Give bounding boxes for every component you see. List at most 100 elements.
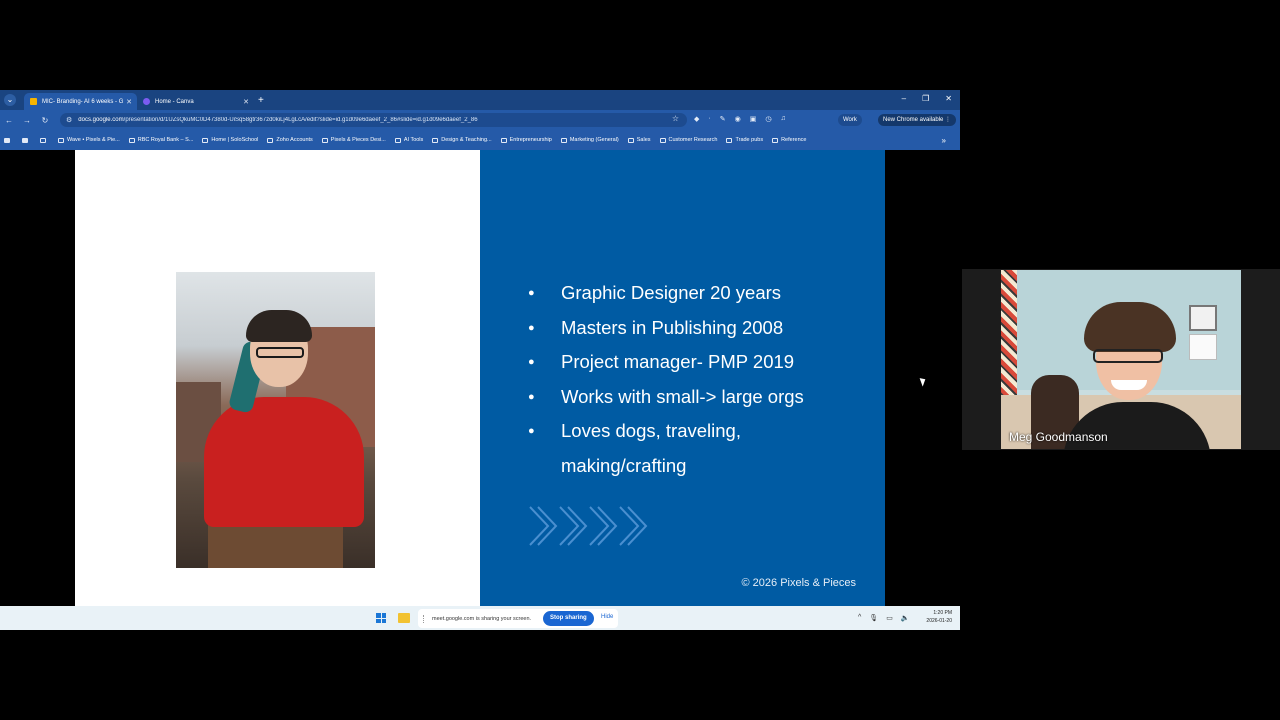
- more-bookmarks-icon[interactable]: »: [942, 136, 946, 145]
- browser-toolbar: ← → ↻ ⚙ docs.google.com/presentation/d/1…: [0, 110, 960, 130]
- file-explorer-icon[interactable]: [398, 613, 410, 623]
- bookmark-item[interactable]: Pixels & Pieces Desi...: [321, 137, 386, 143]
- apps-icon[interactable]: [22, 137, 31, 143]
- bookmark-label: Entrepreneurship: [509, 137, 552, 143]
- system-tray: ^ 🎙 ▭ 🔈: [858, 614, 910, 622]
- bookmark-folder[interactable]: Design & Teaching...: [432, 137, 492, 143]
- presentation-slide: Graphic Designer 20 years Masters in Pub…: [75, 150, 885, 606]
- close-window-icon[interactable]: ✕: [945, 94, 952, 103]
- microphone-icon[interactable]: 🎙: [869, 614, 878, 622]
- canva-favicon-icon: [143, 98, 150, 105]
- tab-slides[interactable]: MIC- Branding- AI 6 weeks - G ✕: [24, 93, 137, 110]
- drag-handle-icon[interactable]: [423, 614, 426, 623]
- profile-button[interactable]: Work: [838, 114, 862, 126]
- bullet-continuation: making/crafting: [561, 454, 687, 476]
- bookmark-folder[interactable]: AI Tools: [394, 137, 424, 143]
- tab-search-icon[interactable]: ⌄: [4, 94, 16, 106]
- meeting-stage: ⌄ MIC- Branding- AI 6 weeks - G ✕ Home -…: [0, 0, 1280, 720]
- windows-start-icon[interactable]: [376, 613, 386, 623]
- folder-icon: [432, 137, 439, 143]
- bookmark-label: RBC Royal Bank – S...: [137, 137, 194, 143]
- site-info-icon[interactable]: ⚙: [66, 116, 72, 124]
- bullet-item: Works with small-> large orgs: [528, 380, 804, 415]
- bookmark-page-icon: [58, 137, 64, 143]
- screen-share-banner: meet.google.com is sharing your screen. …: [418, 609, 618, 628]
- folder-icon: [627, 137, 634, 143]
- portrait-photo: [176, 272, 375, 568]
- participant-name: Meg Goodmanson: [1009, 430, 1108, 444]
- bullet-item: Masters in Publishing 2008: [528, 311, 804, 346]
- history-icon[interactable]: ◷: [765, 115, 771, 123]
- grid-icon[interactable]: [40, 137, 49, 143]
- bookmark-label: Pixels & Pieces Desi...: [330, 137, 386, 143]
- windows-taskbar: meet.google.com is sharing your screen. …: [0, 606, 960, 630]
- bullet-item: Project manager- PMP 2019: [528, 345, 804, 380]
- reload-icon[interactable]: ↻: [36, 116, 54, 125]
- media-icon[interactable]: ♫: [780, 115, 785, 123]
- bookmark-label: Trade pubs: [735, 137, 764, 143]
- back-icon[interactable]: ←: [0, 116, 18, 125]
- bookmark-label: AI Tools: [403, 137, 424, 143]
- bookmark-label: Wave • Pixels & Pie...: [67, 137, 120, 143]
- slide-right-panel: Graphic Designer 20 years Masters in Pub…: [480, 150, 885, 606]
- bookmark-folder[interactable]: Trade pubs: [726, 137, 763, 143]
- bookmark-item[interactable]: Home | SoloSchool: [202, 137, 258, 143]
- bookmark-label: Zoho Accounts: [276, 137, 313, 143]
- extension-icon[interactable]: ◉: [735, 115, 741, 123]
- bookmark-label: Sales: [636, 137, 651, 143]
- bookmark-item[interactable]: Zoho Accounts: [267, 137, 313, 143]
- bookmark-item[interactable]: RBC Royal Bank – S...: [128, 137, 194, 143]
- new-tab-icon[interactable]: +: [258, 95, 264, 106]
- clock-date: 2026-01-20: [926, 618, 952, 624]
- taskbar-clock[interactable]: 1:20 PM 2026-01-20: [918, 609, 952, 625]
- bookmark-label: Reference: [781, 137, 807, 143]
- participant-video-tile[interactable]: Meg Goodmanson: [962, 269, 1280, 450]
- tab-label: Home - Canva: [155, 98, 194, 105]
- clock-time: 1:20 PM: [933, 610, 952, 616]
- address-bar[interactable]: ⚙ docs.google.com/presentation/d/1UZsQku…: [60, 113, 687, 127]
- slide-left-panel: [75, 150, 480, 606]
- update-chrome-button[interactable]: New Chrome available ⋮: [878, 114, 957, 126]
- url-text: docs.google.com/presentation/d/1UZsQkuMC…: [78, 117, 477, 123]
- restore-icon[interactable]: ❐: [922, 94, 929, 103]
- folder-icon: [394, 137, 401, 143]
- minimize-icon[interactable]: –: [902, 94, 906, 103]
- bookmark-folder[interactable]: Entrepreneurship: [500, 137, 552, 143]
- bookmark-folder[interactable]: Sales: [627, 137, 651, 143]
- update-label: New Chrome available: [883, 117, 944, 123]
- bookmark-label: Marketing (General): [569, 137, 619, 143]
- folder-icon: [500, 137, 507, 143]
- extension-icon[interactable]: ◆: [694, 115, 699, 123]
- extension-icon[interactable]: ·: [708, 115, 710, 123]
- tab-canva[interactable]: Home - Canva ✕: [137, 93, 254, 110]
- url-host: docs.google.com: [78, 117, 124, 123]
- apps-icon[interactable]: [4, 137, 13, 143]
- bookmark-folder[interactable]: Customer Research: [659, 137, 717, 143]
- bookmark-folder[interactable]: Reference: [772, 137, 806, 143]
- share-banner-text: meet.google.com is sharing your screen.: [432, 615, 532, 622]
- bookmark-page-icon: [321, 137, 328, 143]
- bullet-list: Graphic Designer 20 years Masters in Pub…: [528, 276, 804, 483]
- folder-icon: [726, 137, 733, 143]
- bookmark-folder[interactable]: Marketing (General): [560, 137, 619, 143]
- close-tab-icon[interactable]: ✕: [243, 98, 249, 106]
- shared-screen: ⌄ MIC- Branding- AI 6 weeks - G ✕ Home -…: [0, 90, 960, 630]
- bookmark-item[interactable]: Wave • Pixels & Pie...: [58, 137, 120, 143]
- bookmark-label: Design & Teaching...: [441, 137, 492, 143]
- participant-video: [1001, 270, 1241, 449]
- stop-sharing-button[interactable]: Stop sharing: [543, 611, 594, 626]
- bullet-item: Loves dogs, traveling,: [528, 414, 804, 449]
- volume-icon[interactable]: 🔈: [901, 614, 910, 622]
- close-tab-icon[interactable]: ✕: [126, 98, 132, 106]
- window-controls: – ❐ ✕: [902, 94, 952, 103]
- puzzle-icon[interactable]: ▣: [750, 115, 757, 123]
- tray-expand-icon[interactable]: ^: [858, 614, 861, 622]
- extension-icons: ◆ · ✎ ◉ ▣ ◷ ♫: [694, 115, 786, 123]
- eyedropper-icon[interactable]: ✎: [720, 115, 726, 123]
- url-path: /presentation/d/1UZsQkuMC0D47380d-UiSq58…: [123, 117, 478, 123]
- tab-label: MIC- Branding- AI 6 weeks - G: [42, 98, 124, 105]
- bookmark-star-icon[interactable]: ☆: [672, 114, 679, 123]
- monitor-icon[interactable]: ▭: [886, 614, 893, 622]
- hide-banner-link[interactable]: Hide: [601, 614, 613, 620]
- forward-icon[interactable]: →: [18, 116, 36, 125]
